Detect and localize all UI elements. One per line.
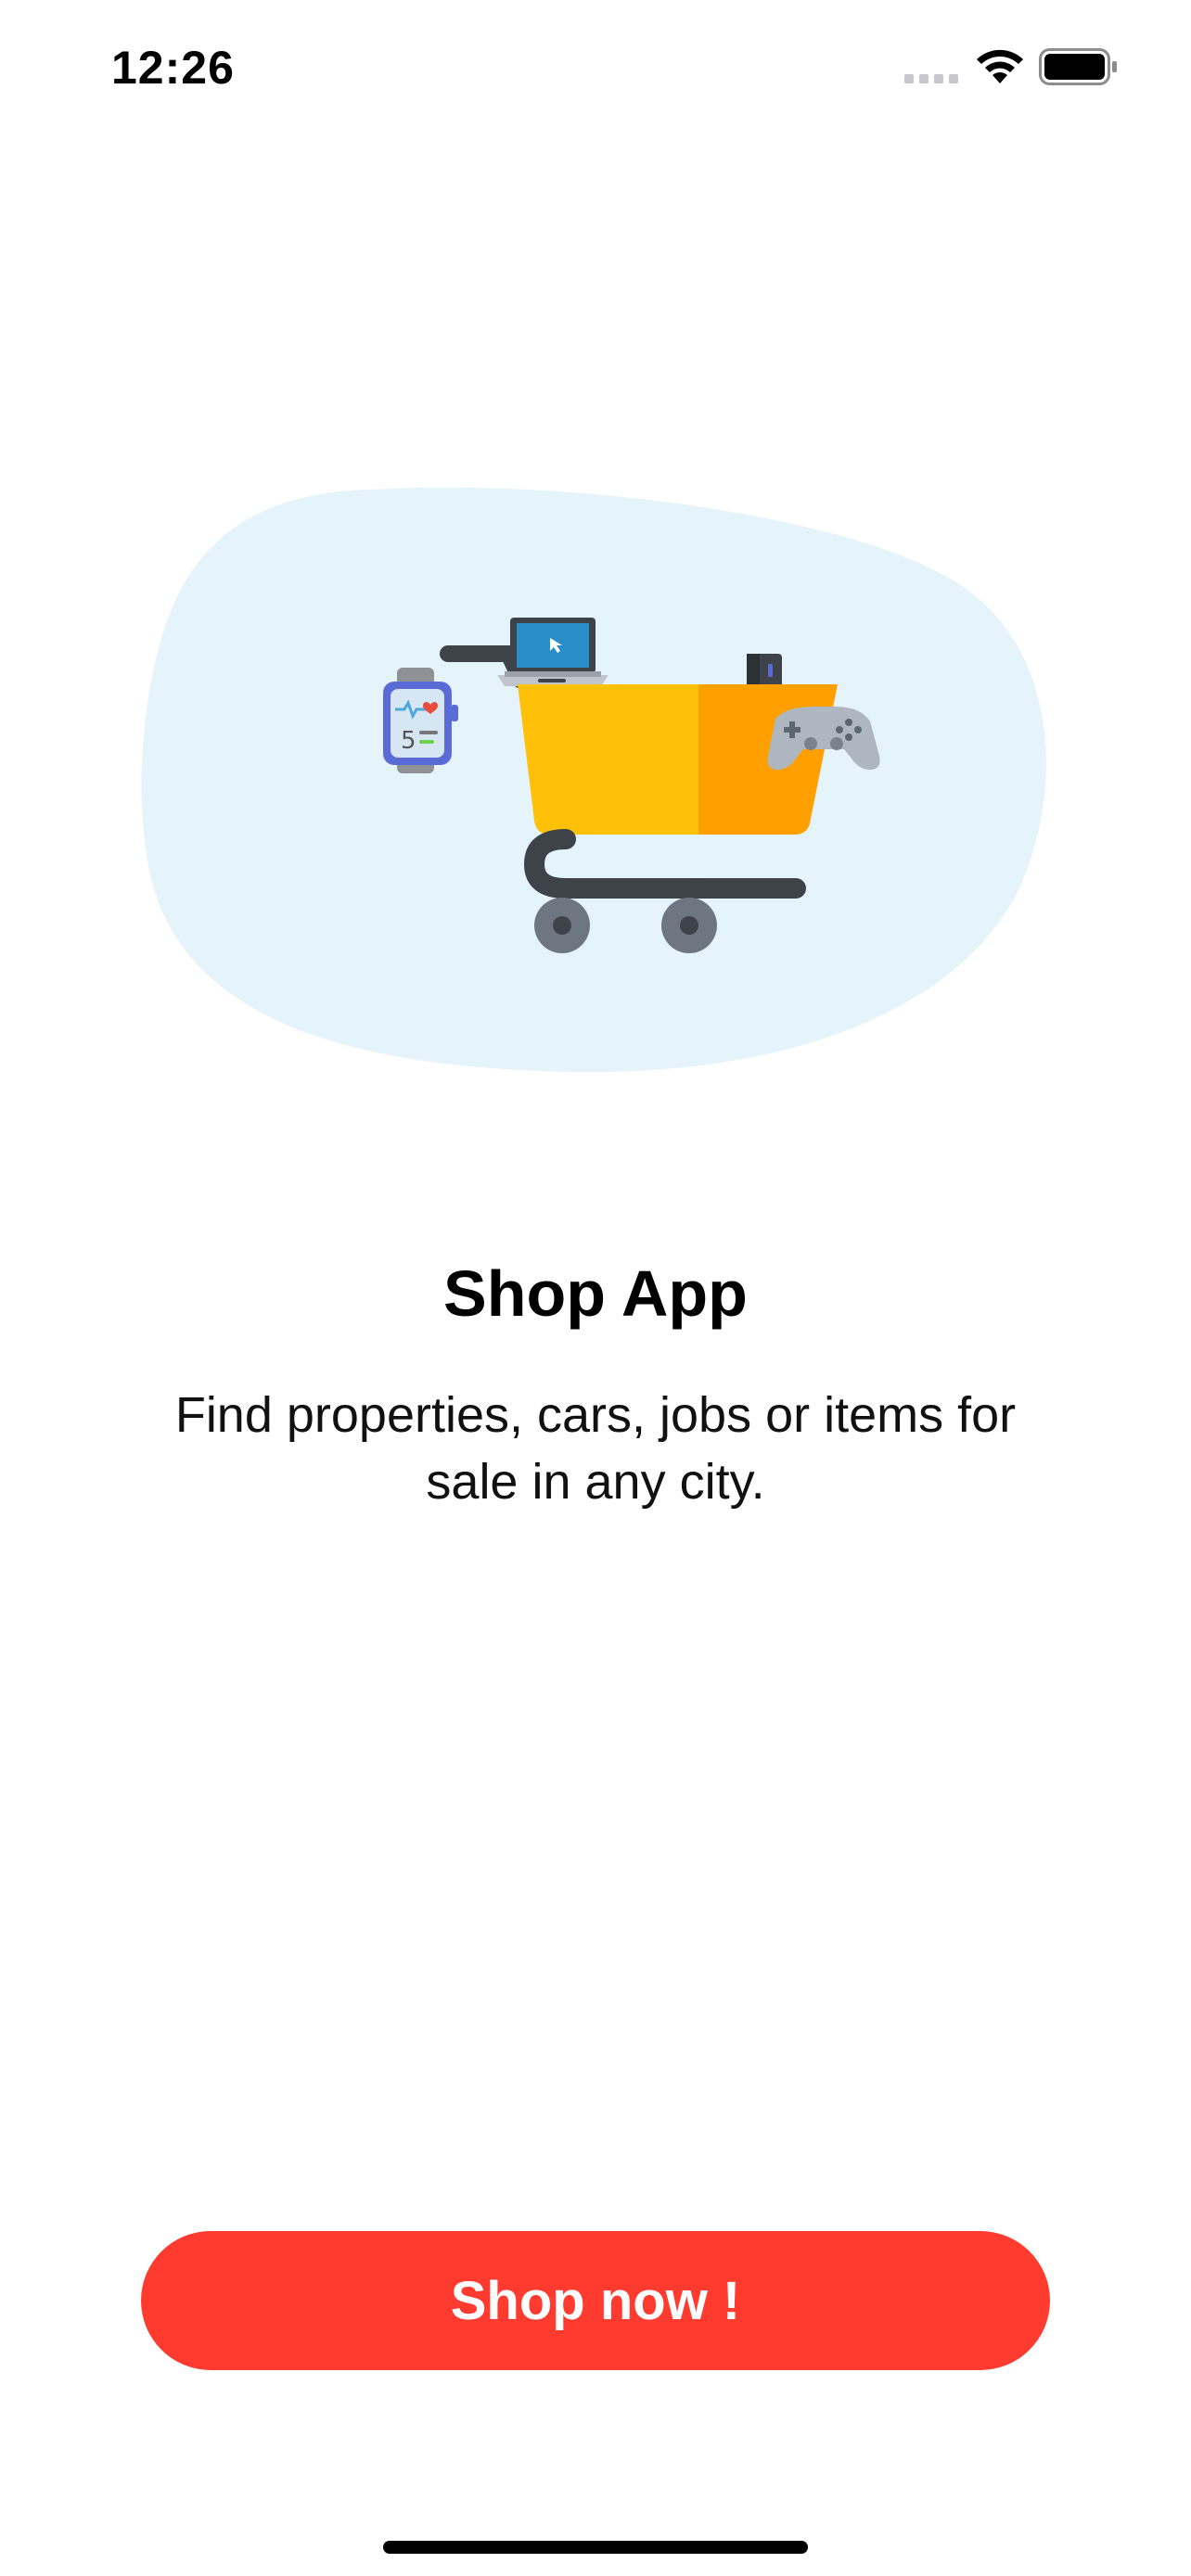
cellular-signal-icon (904, 74, 958, 83)
home-indicator[interactable] (383, 2541, 808, 2554)
hero-illustration: 5 (137, 482, 1054, 1072)
shop-now-button[interactable]: Shop now ! (141, 2231, 1050, 2370)
status-time: 12:26 (111, 42, 235, 94)
svg-text:5: 5 (401, 727, 416, 755)
battery-icon (1039, 48, 1117, 85)
status-bar: 12:26 (0, 0, 1191, 139)
onboarding-title: Shop App (443, 1257, 748, 1330)
onboarding-subtitle: Find properties, cars, jobs or items for… (174, 1387, 1017, 1510)
laptop-icon (497, 618, 608, 686)
wifi-icon (977, 49, 1023, 83)
